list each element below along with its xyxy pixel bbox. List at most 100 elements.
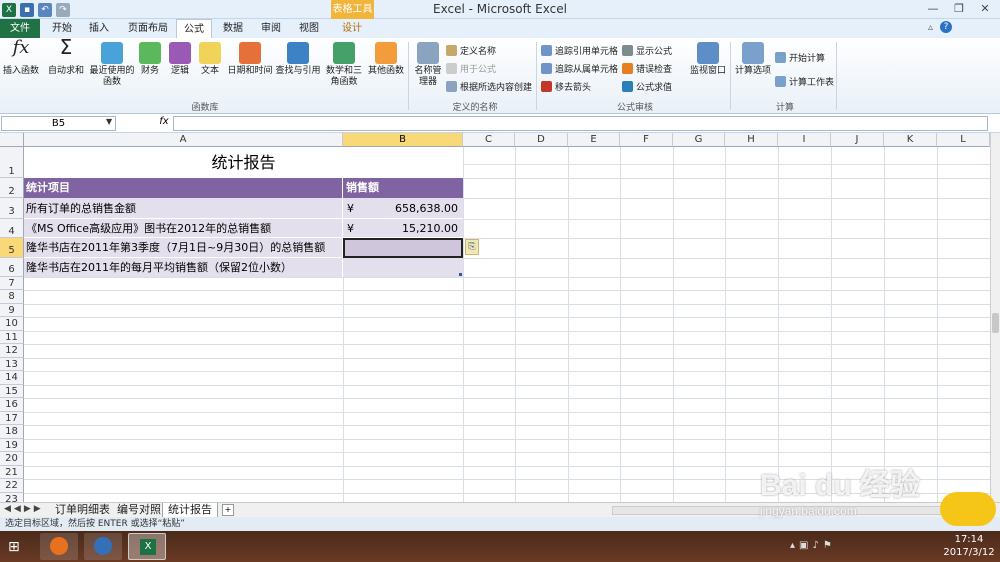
- text-button[interactable]: 文本: [198, 42, 222, 77]
- calculate-now-button[interactable]: 开始计算: [775, 50, 825, 64]
- paste-options-icon[interactable]: ⎘: [465, 239, 479, 255]
- column-header[interactable]: F: [620, 133, 673, 147]
- define-name-button[interactable]: 定义名称: [446, 43, 496, 57]
- name-manager-button[interactable]: 名称管理器: [411, 42, 445, 88]
- new-sheet-icon[interactable]: +: [222, 504, 234, 516]
- error-checking-button[interactable]: 错误检查: [622, 61, 672, 75]
- restore-button[interactable]: ❐: [946, 0, 972, 18]
- table-row-value[interactable]: ¥ 15,210.00: [343, 219, 463, 238]
- row-header[interactable]: 7: [0, 277, 24, 290]
- table-row-label[interactable]: 《MS Office高级应用》图书在2012年的总销售额: [24, 219, 343, 238]
- column-header[interactable]: L: [937, 133, 990, 147]
- row-header[interactable]: 9: [0, 304, 24, 317]
- trace-precedents-button[interactable]: 追踪引用单元格: [541, 43, 618, 57]
- row-header[interactable]: 2: [0, 178, 24, 198]
- fx-icon[interactable]: fx: [155, 116, 173, 131]
- name-box[interactable]: B5: [1, 116, 116, 131]
- firefox-icon[interactable]: [40, 533, 78, 560]
- row-header[interactable]: 16: [0, 398, 24, 412]
- app-icon[interactable]: [84, 533, 122, 560]
- excel-taskbar-icon[interactable]: X: [128, 533, 166, 560]
- scrollbar-thumb[interactable]: [992, 313, 999, 333]
- system-tray-icons[interactable]: ▴▣♪⚑: [790, 540, 836, 551]
- financial-button[interactable]: 财务: [138, 42, 162, 77]
- tab-file[interactable]: 文件: [0, 19, 40, 38]
- tab-data[interactable]: 数据: [216, 19, 250, 38]
- tab-view[interactable]: 视图: [292, 19, 326, 38]
- table-row-label[interactable]: 所有订单的总销售金额: [24, 198, 343, 219]
- tab-insert[interactable]: 插入: [82, 19, 116, 38]
- watch-window-button[interactable]: 监视窗口: [688, 42, 728, 77]
- row-header[interactable]: 21: [0, 466, 24, 479]
- minimize-button[interactable]: —: [920, 0, 946, 18]
- calculate-sheet-button[interactable]: 计算工作表: [775, 74, 834, 88]
- column-header[interactable]: B: [343, 133, 463, 147]
- help-icon[interactable]: ?: [940, 21, 952, 33]
- chevron-down-icon[interactable]: ▼: [106, 117, 112, 126]
- column-header[interactable]: K: [884, 133, 937, 147]
- table-row-label[interactable]: 隆华书店在2011年的每月平均销售额（保留2位小数）: [24, 258, 343, 277]
- row-header[interactable]: 15: [0, 385, 24, 398]
- tab-formulas[interactable]: 公式: [176, 19, 212, 38]
- row-header[interactable]: 20: [0, 452, 24, 466]
- tab-review[interactable]: 审阅: [254, 19, 288, 38]
- formula-input[interactable]: [173, 116, 988, 131]
- evaluate-formula-button[interactable]: 公式求值: [622, 79, 672, 93]
- row-header[interactable]: 18: [0, 425, 24, 439]
- row-header[interactable]: 22: [0, 479, 24, 493]
- more-functions-button[interactable]: 其他函数: [366, 42, 406, 77]
- sheet-title[interactable]: 统计报告: [24, 147, 463, 178]
- lookup-reference-button[interactable]: 查找与引用: [274, 42, 322, 77]
- logical-button[interactable]: 逻辑: [168, 42, 192, 77]
- row-header[interactable]: 12: [0, 344, 24, 358]
- row-header[interactable]: 17: [0, 412, 24, 425]
- column-header[interactable]: I: [778, 133, 831, 147]
- row-header[interactable]: 4: [0, 219, 24, 238]
- row-header[interactable]: 8: [0, 290, 24, 304]
- sheet-tab-report[interactable]: 统计报告: [162, 503, 218, 518]
- calculation-options-button[interactable]: 计算选项: [733, 42, 773, 77]
- vertical-scrollbar[interactable]: [990, 133, 1000, 502]
- column-header[interactable]: J: [831, 133, 884, 147]
- row-header[interactable]: 23: [0, 493, 24, 502]
- minimize-ribbon-icon[interactable]: ▵: [928, 22, 933, 33]
- row-header[interactable]: 3: [0, 198, 24, 219]
- tab-design[interactable]: 设计: [333, 19, 371, 38]
- sheet-tab-orders[interactable]: 订单明细表: [50, 503, 115, 518]
- table-row-value[interactable]: [343, 258, 463, 277]
- row-header[interactable]: 1: [0, 147, 24, 178]
- math-trig-button[interactable]: 数学和三角函数: [322, 42, 366, 88]
- clock[interactable]: 17:14 2017/3/12: [942, 533, 996, 559]
- column-header[interactable]: D: [515, 133, 568, 147]
- sheet-nav-arrows-icon[interactable]: ◀◀▶▶: [4, 504, 44, 514]
- row-header[interactable]: 10: [0, 317, 24, 331]
- date-time-button[interactable]: 日期和时间: [226, 42, 274, 77]
- insert-function-button[interactable]: fx 插入函数: [2, 39, 40, 77]
- row-header[interactable]: 19: [0, 439, 24, 452]
- use-in-formula-button[interactable]: 用于公式: [446, 61, 496, 75]
- table-resize-handle[interactable]: [459, 273, 462, 276]
- column-header[interactable]: E: [568, 133, 620, 147]
- trace-dependents-button[interactable]: 追踪从属单元格: [541, 61, 618, 75]
- show-formulas-button[interactable]: 显示公式: [622, 43, 672, 57]
- selected-cell-b5[interactable]: [343, 238, 463, 258]
- windows-start-icon[interactable]: ⊞: [8, 539, 20, 555]
- remove-arrows-button[interactable]: 移去箭头: [541, 79, 591, 93]
- row-header[interactable]: 6: [0, 258, 24, 277]
- table-row-value[interactable]: ¥ 658,638.00: [343, 198, 463, 219]
- select-all-corner[interactable]: [0, 133, 24, 147]
- table-row-label[interactable]: 隆华书店在2011年第3季度（7月1日~9月30日）的总销售额: [24, 238, 343, 258]
- row-header[interactable]: 5: [0, 238, 24, 258]
- worksheet-grid[interactable]: A B C D E F G H I J K L 1 2 3 4 5 6 7 8 …: [0, 133, 990, 502]
- row-header[interactable]: 13: [0, 358, 24, 371]
- row-header[interactable]: 14: [0, 371, 24, 385]
- close-button[interactable]: ✕: [972, 0, 998, 18]
- column-header[interactable]: H: [725, 133, 778, 147]
- column-header[interactable]: G: [673, 133, 725, 147]
- create-from-selection-button[interactable]: 根据所选内容创建: [446, 79, 532, 93]
- header-amount-cell[interactable]: 销售额: [343, 178, 463, 198]
- column-header[interactable]: A: [24, 133, 343, 147]
- tab-page-layout[interactable]: 页面布局: [120, 19, 176, 38]
- row-header[interactable]: 11: [0, 331, 24, 344]
- recently-used-button[interactable]: 最近使用的函数: [88, 42, 136, 88]
